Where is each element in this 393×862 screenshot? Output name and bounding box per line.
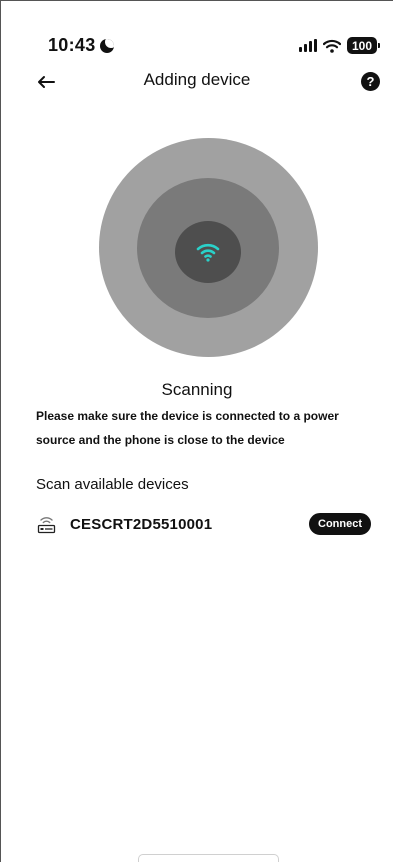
scan-radar-middle-ring [137,178,279,318]
device-list-item: CESCRT2D5510001 Connect [37,512,371,536]
scan-radar-core [175,221,241,283]
scan-radar [99,138,318,357]
help-icon[interactable]: ? [361,72,380,91]
status-time-group: 10:43 [48,35,114,56]
wifi-icon [196,243,220,262]
router-icon [37,516,56,533]
app-screen: 10:43 100 Adding device ? Scanning Pleas… [0,0,393,862]
help-glyph: ? [366,74,375,89]
moon-icon [99,38,114,53]
device-name: CESCRT2D5510001 [70,515,213,533]
status-icons: 100 [299,37,380,54]
status-time: 10:43 [48,35,96,55]
scan-status-title: Scanning [161,380,233,399]
connect-button[interactable]: Connect [309,513,371,535]
battery-level: 100 [351,38,373,53]
nav-bar: Adding device ? [1,67,393,97]
scan-hint-text: Please make sure the device is connected… [36,409,339,447]
cellular-signal-icon [299,39,317,52]
wifi-icon [323,39,341,53]
battery-icon: 100 [347,37,380,54]
page-title: Adding device [143,70,251,89]
device-list-title: Scan available devices [36,476,189,493]
status-bar: 10:43 100 [1,35,393,59]
home-indicator[interactable] [138,854,279,862]
